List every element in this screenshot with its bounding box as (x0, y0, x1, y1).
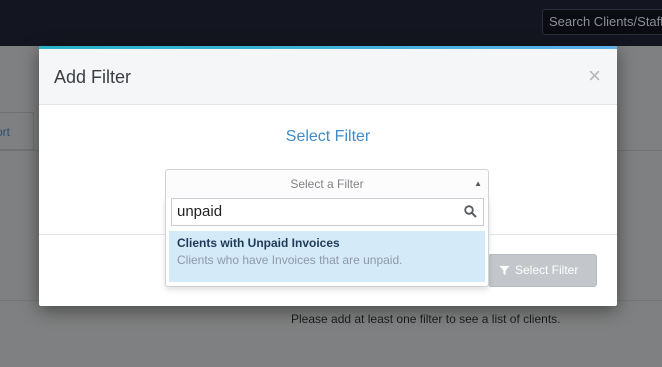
modal-title: Add Filter (54, 67, 132, 87)
close-icon[interactable]: × (588, 65, 601, 87)
select-filter-button-label: Select Filter (515, 263, 579, 277)
filter-search-value: unpaid (177, 203, 223, 220)
select-filter-button[interactable]: Select Filter (488, 254, 597, 287)
filter-select-placeholder: Select a Filter (290, 177, 364, 191)
top-navbar: Search Clients/Staff... (0, 0, 662, 46)
empty-state-message: Please add at least one filter to see a … (291, 312, 561, 326)
global-search-input[interactable]: Search Clients/Staff... (542, 9, 662, 35)
caret-up-icon: ▲ (474, 179, 482, 188)
background-tab[interactable]: ort (0, 112, 34, 150)
filter-option-unpaid-invoices[interactable]: Clients with Unpaid Invoices Clients who… (169, 231, 485, 282)
add-filter-modal: Add Filter × Select Filter Select Filter… (39, 46, 617, 306)
search-icon (464, 205, 477, 218)
filter-icon (499, 265, 510, 276)
filter-option-title: Clients with Unpaid Invoices (177, 236, 340, 250)
filter-option-description: Clients who have Invoices that are unpai… (177, 253, 403, 267)
filter-select[interactable]: Select a Filter ▲ (165, 169, 489, 198)
modal-header: Add Filter × (39, 49, 617, 105)
filter-dropdown: unpaid Clients with Unpaid Invoices Clie… (165, 197, 489, 287)
filter-search-input[interactable]: unpaid (171, 198, 484, 226)
select-filter-heading: Select Filter (285, 128, 371, 145)
